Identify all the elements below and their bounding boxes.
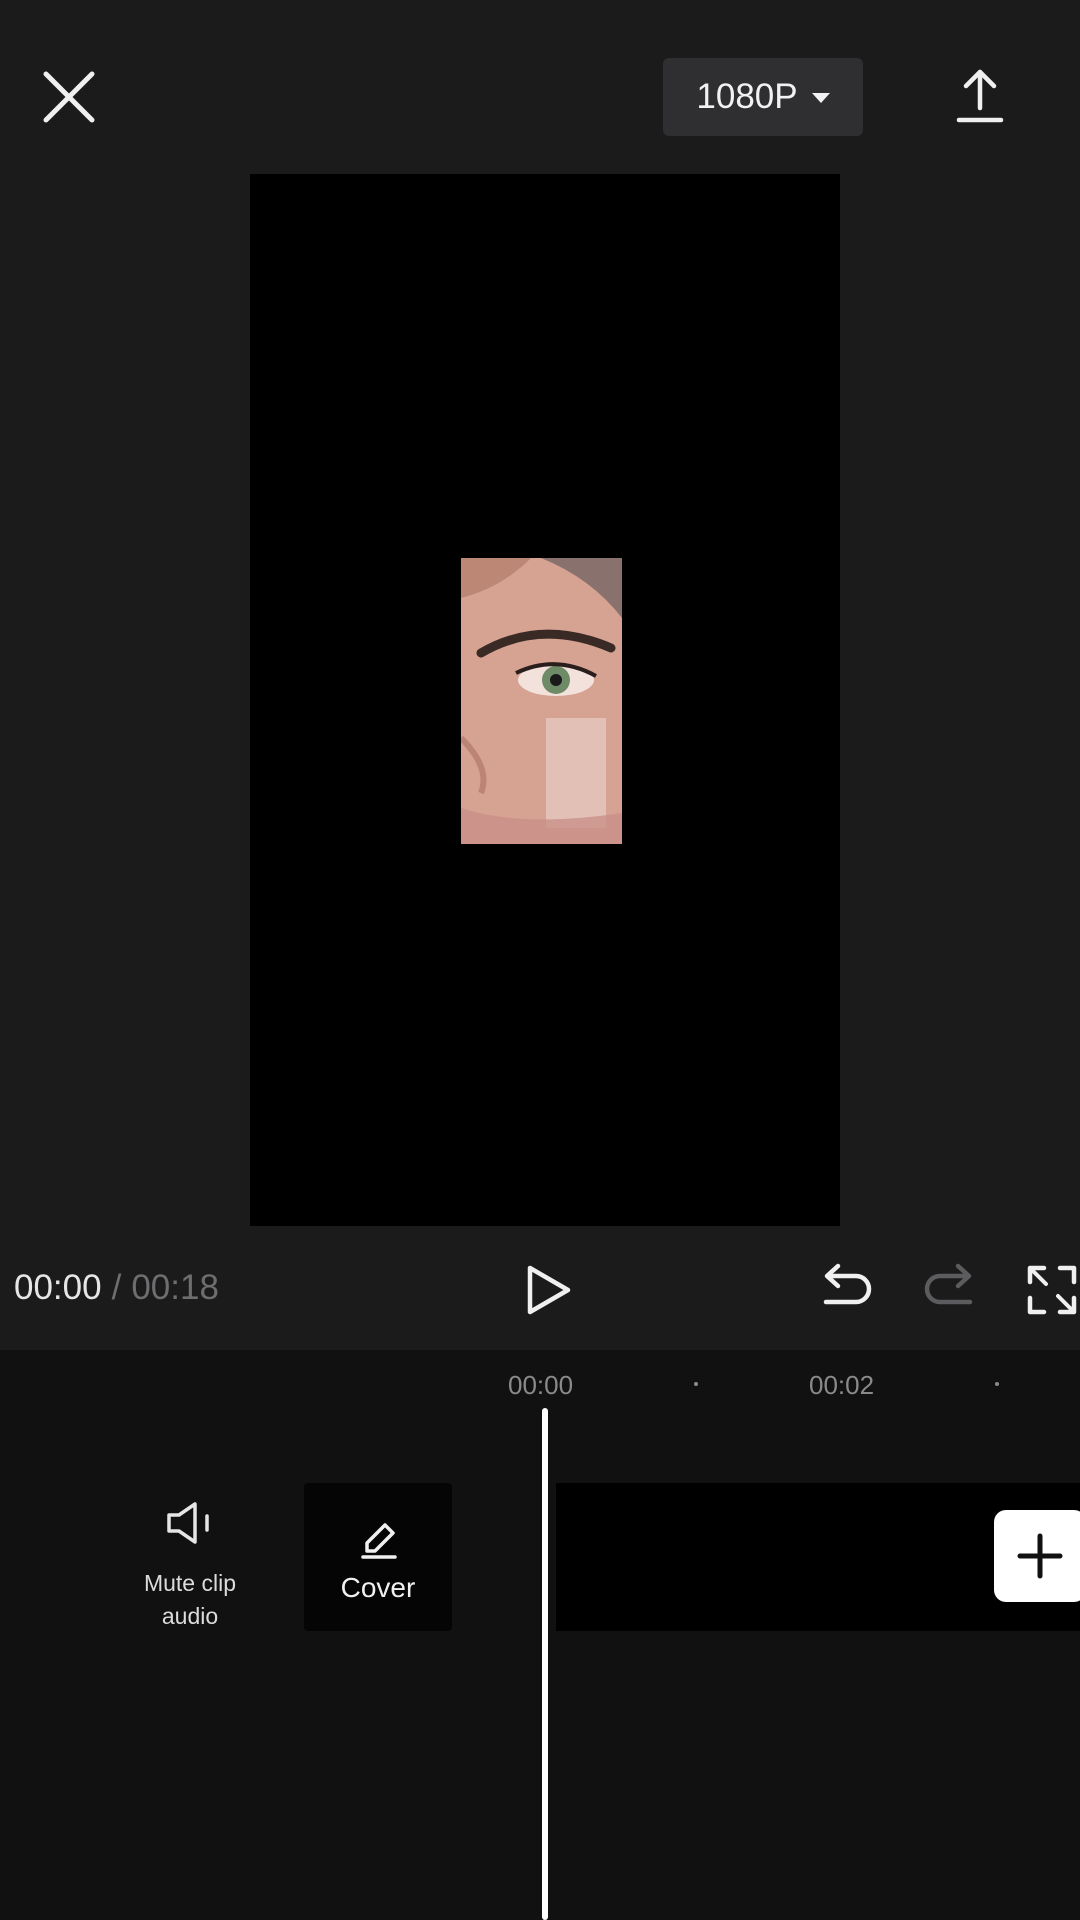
resolution-dropdown[interactable]: 1080P (663, 58, 863, 136)
playhead[interactable] (542, 1408, 548, 1920)
ruler-label-start: 00:00 (508, 1370, 574, 1400)
fullscreen-icon (1027, 1265, 1077, 1315)
ruler-tick (995, 1382, 999, 1386)
edit-pencil-icon (361, 1523, 397, 1559)
speaker-icon (167, 1502, 209, 1544)
ruler-tick (694, 1382, 698, 1386)
close-button[interactable] (38, 66, 100, 128)
export-button[interactable] (950, 66, 1010, 126)
mute-clip-audio-label: Mute clip audio (143, 1570, 237, 1629)
cover-button[interactable]: Cover (304, 1483, 452, 1631)
mute-clip-audio-button[interactable]: Mute clip audio (120, 1500, 260, 1633)
video-editor-screen: 1080P 00:00 / 00:18 00:00 00:02 Mute cli… (0, 0, 1080, 1920)
cover-label: Cover (340, 1572, 416, 1603)
undo-icon (823, 1263, 872, 1305)
plus-icon (1017, 1533, 1063, 1579)
preview-clip-image (461, 558, 622, 844)
playback-time: 00:00 / 00:18 (14, 1268, 219, 1308)
video-preview[interactable] (250, 174, 840, 1226)
caret-down-icon (811, 93, 830, 103)
ruler-label-2s: 00:02 (809, 1370, 875, 1400)
time-separator: / (111, 1268, 122, 1307)
fullscreen-button[interactable] (1024, 1262, 1080, 1318)
add-clip-button[interactable] (994, 1510, 1080, 1602)
total-duration: 00:18 (131, 1268, 219, 1307)
timeline-panel[interactable] (0, 1350, 1080, 1920)
close-icon (43, 71, 95, 123)
redo-icon (924, 1263, 973, 1305)
current-time: 00:00 (14, 1268, 102, 1307)
play-button[interactable] (520, 1262, 576, 1318)
resolution-label: 1080P (696, 77, 798, 116)
play-icon (527, 1265, 571, 1315)
undo-button[interactable] (818, 1262, 874, 1318)
redo-button[interactable] (922, 1262, 978, 1318)
export-upload-icon (956, 69, 1004, 123)
